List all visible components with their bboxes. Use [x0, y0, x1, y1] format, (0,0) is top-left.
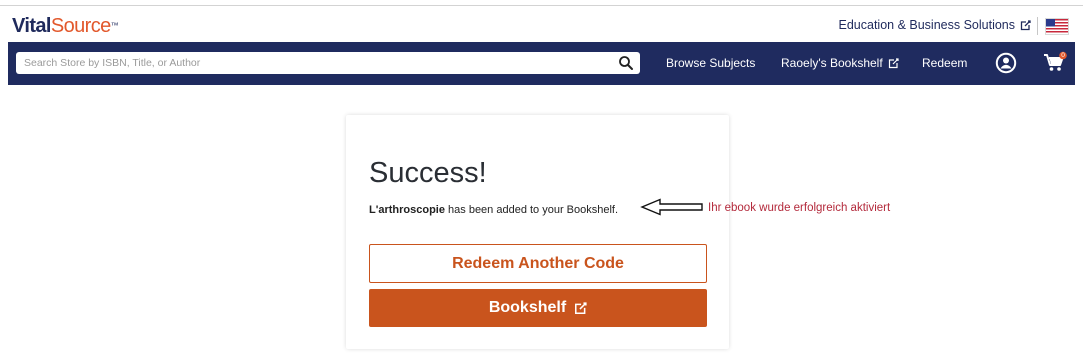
nav-bookshelf[interactable]: Raoely's Bookshelf [781, 56, 899, 70]
user-account-icon[interactable] [995, 52, 1017, 74]
external-link-icon [1020, 19, 1031, 30]
us-flag-icon[interactable] [1045, 18, 1069, 35]
success-card: Success! L'arthroscopie has been added t… [346, 115, 729, 349]
search-input[interactable] [22, 56, 606, 70]
success-title: Success! [369, 157, 487, 189]
cart-button[interactable]: 0 [1042, 51, 1068, 75]
search-bar [16, 52, 640, 74]
external-link-icon [575, 301, 587, 314]
nav-browse-subjects-label: Browse Subjects [666, 56, 756, 70]
success-message: L'arthroscopie has been added to your Bo… [369, 204, 618, 216]
nav-redeem-label: Redeem [922, 56, 968, 70]
nav-browse-subjects[interactable]: Browse Subjects [666, 56, 755, 70]
nav-redeem[interactable]: Redeem [922, 56, 967, 70]
search-icon[interactable] [618, 55, 634, 71]
vitalsource-logo[interactable]: VitalSource™ [12, 15, 119, 37]
header-divider [1037, 17, 1038, 35]
bookshelf-button[interactable]: Bookshelf [369, 289, 707, 327]
trademark-mark: ™ [110, 21, 119, 30]
success-message-text: has been added to your Bookshelf. [448, 204, 619, 216]
education-business-link[interactable]: Education & Business Solutions [839, 18, 1032, 32]
logo-source-text: Source [50, 15, 111, 37]
logo-vital-text: Vital [12, 15, 51, 37]
nav-bookshelf-label: Raoely's Bookshelf [781, 56, 883, 70]
annotation-arrow-icon [640, 198, 703, 216]
redeem-another-code-label: Redeem Another Code [452, 254, 624, 272]
bookshelf-button-label: Bookshelf [488, 299, 567, 316]
top-bar: VitalSource™ Education & Business Soluti… [0, 6, 1083, 42]
education-business-label: Education & Business Solutions [838, 18, 1016, 32]
book-title: L'arthroscopie [369, 204, 445, 216]
cart-count-badge: 0 [1061, 52, 1065, 59]
main-navbar: Browse Subjects Raoely's Bookshelf Redee… [8, 42, 1075, 85]
annotation-text: Ihr ebook wurde erfolgreich aktiviert [708, 202, 891, 214]
external-link-icon [888, 57, 899, 68]
redeem-another-code-button[interactable]: Redeem Another Code [369, 244, 707, 283]
